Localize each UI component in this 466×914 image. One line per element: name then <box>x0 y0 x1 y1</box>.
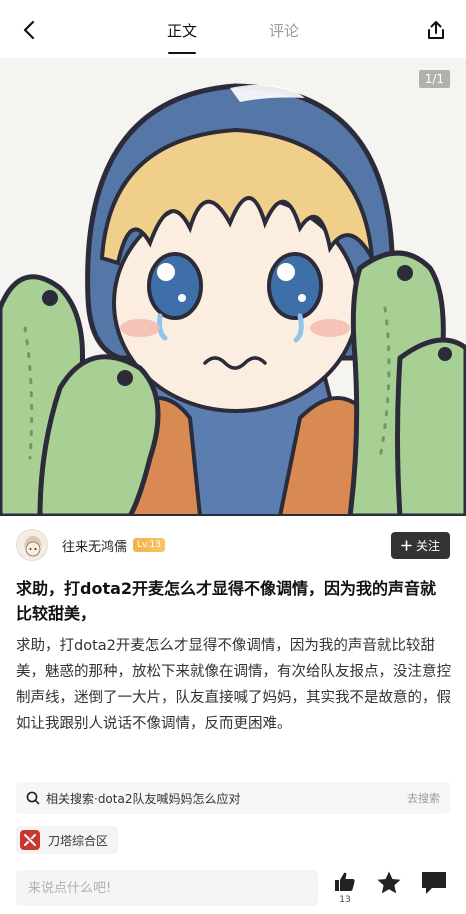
tab-main-text[interactable]: 正文 <box>167 0 197 58</box>
follow-button[interactable]: 关注 <box>390 531 450 559</box>
share-icon <box>428 21 444 39</box>
level-badge: Lv.13 <box>133 538 165 552</box>
share-button[interactable] <box>420 14 452 46</box>
like-count: 13 <box>339 895 351 905</box>
follow-label: 关注 <box>415 538 440 553</box>
comment-bubble-icon <box>422 872 446 894</box>
page-indicator: 1/1 <box>418 70 450 88</box>
circle-tag[interactable]: 刀塔综合区 <box>16 826 119 854</box>
favorite-button[interactable] <box>376 870 404 898</box>
like-button[interactable]: 13 <box>331 870 359 910</box>
related-search-text: 相关搜索·dota2队友喊妈妈怎么应对 <box>46 791 241 806</box>
go-search-link[interactable]: 去搜索 <box>407 790 440 806</box>
tab-comments[interactable]: 评论 <box>269 0 299 58</box>
thumbs-up-icon <box>335 872 355 891</box>
avatar-icon <box>17 530 47 560</box>
crying-girl-with-frogs-illustration <box>0 58 466 516</box>
circle-tag-label: 刀塔综合区 <box>48 833 109 848</box>
dota-circle-icon <box>20 830 40 850</box>
related-search[interactable]: 相关搜索·dota2队友喊妈妈怎么应对 去搜索 <box>16 782 450 814</box>
comment-button[interactable] <box>420 870 450 898</box>
star-icon <box>377 871 401 894</box>
top-navigation-bar: 正文 评论 <box>0 0 466 58</box>
post-title: 求助，打dota2开麦怎么才显得不像调情，因为我的声音就比较甜美， <box>16 579 437 623</box>
avatar[interactable] <box>16 529 48 561</box>
plus-icon <box>401 539 412 551</box>
author-name[interactable]: 往来无鸿儒 <box>62 536 127 555</box>
post-body: 求助，打dota2开麦怎么才显得不像调情，因为我的声音就比较甜美，魅惑的那种，放… <box>16 638 451 732</box>
tab-bar: 正文 评论 <box>0 0 466 58</box>
bottom-action-bar: 13 <box>0 866 466 914</box>
author-row: 往来无鸿儒 Lv.13 关注 <box>16 528 450 562</box>
comment-input[interactable] <box>16 870 318 906</box>
post-image[interactable]: 1/1 <box>0 58 466 516</box>
search-icon <box>26 791 40 805</box>
